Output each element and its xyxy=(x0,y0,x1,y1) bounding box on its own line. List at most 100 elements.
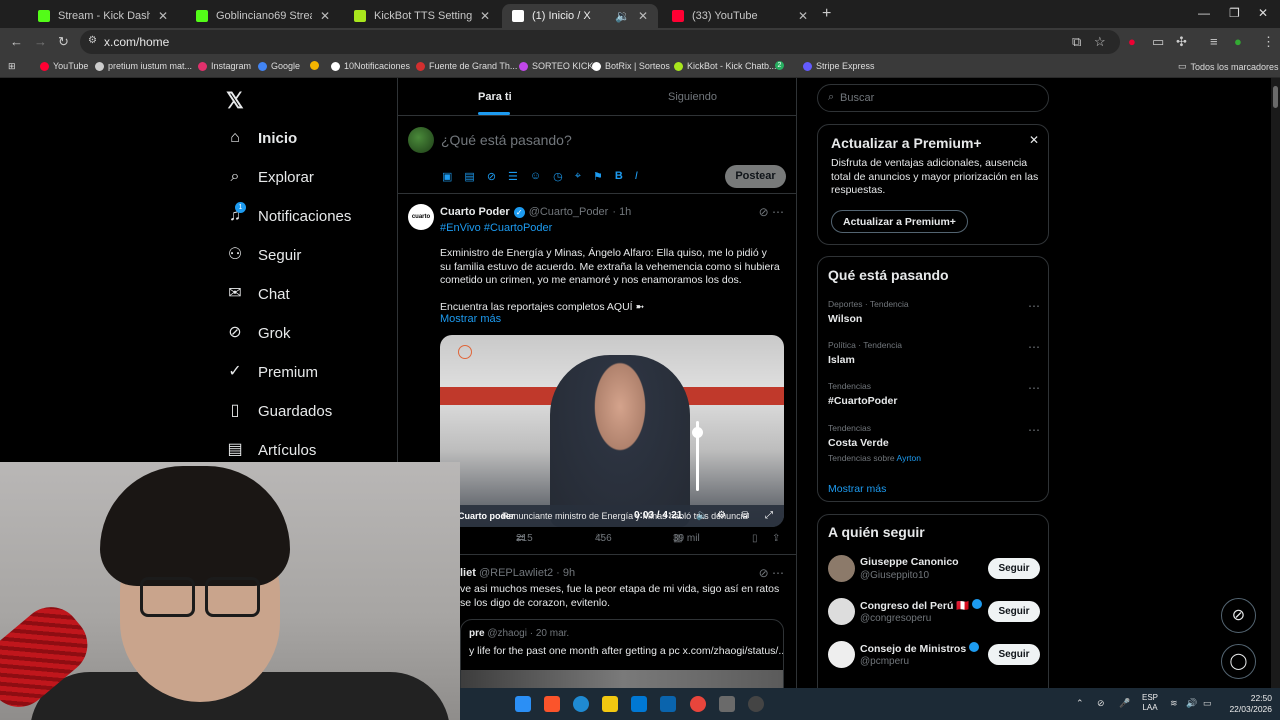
bookmark-kickbot[interactable]: KickBot - Kick Chatb... xyxy=(674,61,777,71)
bookmark-star-icon[interactable]: ☆ xyxy=(1094,34,1106,50)
menu-kebab-icon[interactable]: ⋮ xyxy=(1262,34,1275,50)
profile-avatar[interactable]: ● xyxy=(1234,34,1242,49)
battery-icon[interactable]: ▭ xyxy=(1203,698,1212,709)
bookmark-sorteo-kick[interactable]: SORTEO KICK xyxy=(519,61,593,71)
more-options-icon[interactable]: ⊘ ⋯ xyxy=(759,566,784,580)
close-icon[interactable]: ✕ xyxy=(158,9,168,23)
show-more-link[interactable]: Mostrar más xyxy=(440,313,501,325)
image-icon[interactable]: ▣ xyxy=(442,170,452,183)
nav-articulos[interactable]: ▤ Artículos xyxy=(226,441,316,459)
nav-explorar[interactable]: ⌕ Explorar xyxy=(226,168,314,186)
file-explorer-icon[interactable] xyxy=(602,696,618,712)
nav-notificaciones[interactable]: ♫ 1 Notificaciones xyxy=(226,202,351,225)
avatar[interactable] xyxy=(828,555,855,582)
forward-icon[interactable]: → xyxy=(34,34,47,49)
follow-button[interactable]: Seguir xyxy=(988,558,1040,579)
flag-icon[interactable]: ⚑ xyxy=(593,170,603,183)
nav-premium[interactable]: ✓ Premium xyxy=(226,363,318,381)
address-bar[interactable]: ⚙ x.com/home ⧉ ☆ xyxy=(80,30,1120,54)
extension-icon[interactable]: ▭ xyxy=(1152,34,1164,50)
extensions-puzzle-icon[interactable]: ✣ xyxy=(1176,34,1187,50)
outlook-icon[interactable] xyxy=(660,696,676,712)
follow-suggestion[interactable]: Giuseppe Canonico @Giuseppito10 Seguir xyxy=(828,555,1040,585)
tab-para-ti[interactable]: Para ti xyxy=(478,91,512,103)
bookmark-youtube[interactable]: YouTube xyxy=(40,61,88,71)
post-button[interactable]: Postear xyxy=(725,165,786,188)
app-icon[interactable] xyxy=(719,696,735,712)
apps-grid-icon[interactable]: ⊞ xyxy=(8,61,16,72)
trend-item[interactable]: Tendencias #CuartoPoder ⋯ xyxy=(828,381,1040,407)
schedule-icon[interactable]: ◷ xyxy=(553,170,563,183)
follow-suggestion[interactable]: Congreso del Perú 🇵🇪 @congresoperu Segui… xyxy=(828,598,1040,628)
brave-icon[interactable] xyxy=(544,696,560,712)
wifi-icon[interactable]: ≋ xyxy=(1170,698,1178,709)
scrollbar[interactable] xyxy=(1271,78,1280,720)
tab-x-inicio[interactable]: (1) Inicio / X 🔉 ✕ xyxy=(502,4,658,28)
bookmark-unnamed[interactable] xyxy=(310,61,319,70)
close-window-button[interactable]: ✕ xyxy=(1258,6,1268,20)
location-icon[interactable]: ⌖ xyxy=(575,170,581,183)
volume-icon[interactable]: 🔈 xyxy=(696,510,708,521)
extension-icon[interactable]: ● xyxy=(1128,34,1136,49)
tab-youtube[interactable]: (33) YouTube ✕ xyxy=(662,4,818,28)
more-options-icon[interactable]: ⊘ ⋯ xyxy=(759,205,784,219)
bookmark-botrix[interactable]: BotRix | Sorteos xyxy=(592,61,670,71)
trend-item[interactable]: Tendencias Costa Verde Tendencias sobre … xyxy=(828,423,1040,463)
new-tab-button[interactable]: + xyxy=(822,5,831,23)
edge-icon[interactable] xyxy=(573,696,589,712)
tweet-time[interactable]: · 1h xyxy=(612,206,631,218)
nav-seguir[interactable]: ⚇ Seguir xyxy=(226,246,302,264)
tweet-author-name[interactable]: Cuarto Poder xyxy=(440,206,510,218)
site-info-icon[interactable]: ⚙ xyxy=(88,35,97,46)
restore-button[interactable]: ❐ xyxy=(1229,6,1240,20)
volume-knob[interactable] xyxy=(692,427,703,438)
upgrade-premium-button[interactable]: Actualizar a Premium+ xyxy=(831,210,968,233)
close-icon[interactable]: ✕ xyxy=(798,9,808,23)
back-icon[interactable]: ← xyxy=(10,34,23,49)
mic-icon[interactable]: 🎤 xyxy=(1119,698,1130,709)
trend-item[interactable]: Deportes · Tendencia Wilson ⋯ xyxy=(828,299,1040,325)
avatar[interactable] xyxy=(828,641,855,668)
bookmark-google[interactable]: Google xyxy=(258,61,300,71)
bookmark-notificaciones[interactable]: 10Notificaciones xyxy=(331,61,410,71)
avatar[interactable]: cuarto poder xyxy=(408,204,434,246)
emoji-icon[interactable]: ☺ xyxy=(530,170,541,183)
bookmark-stripe[interactable]: Stripe Express xyxy=(803,61,875,71)
bookmark-pretium[interactable]: pretium iustum mat... xyxy=(95,61,192,71)
bookmark-icon[interactable]: ▯ xyxy=(752,533,758,544)
bookmark-2[interactable]: 2 xyxy=(775,61,784,70)
scrollbar-thumb[interactable] xyxy=(1273,86,1278,108)
messages-fab-button[interactable]: ◯ xyxy=(1221,644,1256,679)
tab-search-icon[interactable]: ≡ xyxy=(1210,34,1218,49)
all-bookmarks[interactable]: ▭ Todos los marcadores xyxy=(1178,61,1279,72)
tab-kickbot-tts[interactable]: KickBot TTS Settings ✕ xyxy=(344,4,500,28)
more-options-icon[interactable]: ⋯ xyxy=(1028,423,1040,437)
pip-icon[interactable]: ⧉ xyxy=(742,510,749,521)
close-icon[interactable]: ✕ xyxy=(320,9,330,23)
grok-fab-button[interactable]: ⊘ xyxy=(1221,598,1256,633)
compose-input[interactable]: ¿Qué está pasando? xyxy=(441,132,572,148)
avatar[interactable] xyxy=(828,598,855,625)
tweet-video[interactable]: Cuarto poder Renunciante ministro de Ene… xyxy=(440,335,784,527)
nav-grok[interactable]: ⊘ Grok xyxy=(226,324,290,342)
x-logo-icon[interactable]: 𝕏 xyxy=(226,88,244,114)
store-icon[interactable] xyxy=(631,696,647,712)
minimize-button[interactable]: — xyxy=(1198,6,1210,20)
tab-siguiendo[interactable]: Siguiendo xyxy=(668,91,717,103)
more-options-icon[interactable]: ⋯ xyxy=(1028,299,1040,313)
network-off-icon[interactable]: ⊘ xyxy=(1097,698,1105,709)
start-icon[interactable] xyxy=(515,696,531,712)
follow-suggestion[interactable]: Consejo de Ministros @pcmperu Seguir xyxy=(828,641,1040,671)
settings-icon[interactable]: ⚙ xyxy=(717,510,726,521)
follow-button[interactable]: Seguir xyxy=(988,644,1040,665)
show-more-trends[interactable]: Mostrar más xyxy=(828,483,886,495)
cast-icon[interactable]: ⧉ xyxy=(1072,34,1081,50)
language-indicator[interactable]: ESP LAA xyxy=(1142,693,1158,713)
gif-icon[interactable]: ▤ xyxy=(464,170,474,183)
follow-button[interactable]: Seguir xyxy=(988,601,1040,622)
search-input[interactable] xyxy=(840,89,1040,107)
obs-icon[interactable] xyxy=(748,696,764,712)
bold-icon[interactable]: B xyxy=(615,170,623,183)
nav-chat[interactable]: ✉ Chat xyxy=(226,285,289,303)
close-icon[interactable]: ✕ xyxy=(1029,133,1039,147)
